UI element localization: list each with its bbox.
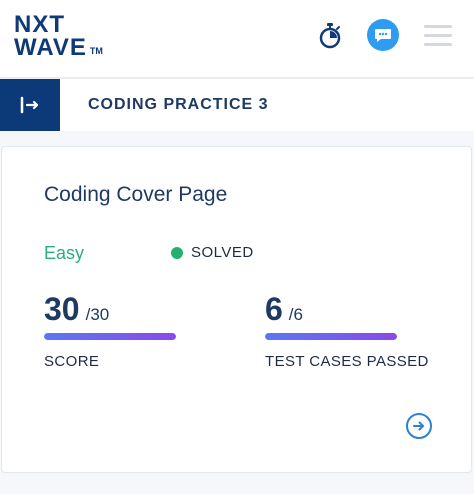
tests-values: 6 /6 (265, 291, 429, 328)
score-total: /30 (85, 305, 110, 324)
menu-line (424, 34, 452, 37)
score-value: 30 (44, 291, 80, 327)
timer-icon[interactable] (318, 22, 342, 50)
tests-metric: 6 /6 TEST CASES PASSED (265, 291, 429, 370)
page: NXT WAVE TM CODING PRACTICE 3 Coding Cov… (0, 0, 474, 494)
menu-line (424, 43, 452, 46)
tests-progress-fill (265, 333, 397, 340)
sidebar-toggle-icon (20, 96, 39, 114)
arrow-right-circle-icon (413, 421, 424, 431)
score-values: 30 /30 (44, 291, 176, 328)
logo-line-2: WAVE TM (14, 33, 103, 61)
status-dot-icon (171, 246, 183, 259)
chat-bubble-icon[interactable] (367, 19, 399, 51)
practice-title: CODING PRACTICE 3 (88, 96, 269, 113)
tests-passed-value: 6 (265, 291, 283, 327)
tests-progress-bar (265, 333, 397, 340)
top-header: NXT WAVE TM (0, 0, 474, 78)
logo-line-2-text: WAVE (14, 33, 87, 61)
score-progress-fill (44, 333, 176, 340)
nxtwave-logo[interactable]: NXT WAVE TM (14, 13, 103, 61)
tests-total: /6 (288, 305, 303, 324)
sidebar-toggle-button[interactable] (0, 79, 60, 131)
score-label: SCORE (44, 353, 100, 370)
score-metric: 30 /30 SCORE (44, 291, 176, 370)
status-text: SOLVED (191, 244, 254, 261)
hamburger-menu-icon[interactable] (424, 25, 452, 47)
status-badge: SOLVED (171, 244, 254, 261)
practice-title-bar: CODING PRACTICE 3 (0, 79, 474, 131)
score-progress-bar (44, 333, 176, 340)
menu-line (424, 25, 452, 28)
open-question-button[interactable] (406, 413, 432, 439)
difficulty-label: Easy (44, 243, 85, 263)
tests-label: TEST CASES PASSED (265, 353, 429, 370)
question-title[interactable]: Coding Cover Page (44, 183, 227, 207)
question-card[interactable]: Coding Cover Page Easy SOLVED 30 /30 SCO… (1, 146, 472, 473)
logo-trademark: TM (89, 46, 103, 57)
